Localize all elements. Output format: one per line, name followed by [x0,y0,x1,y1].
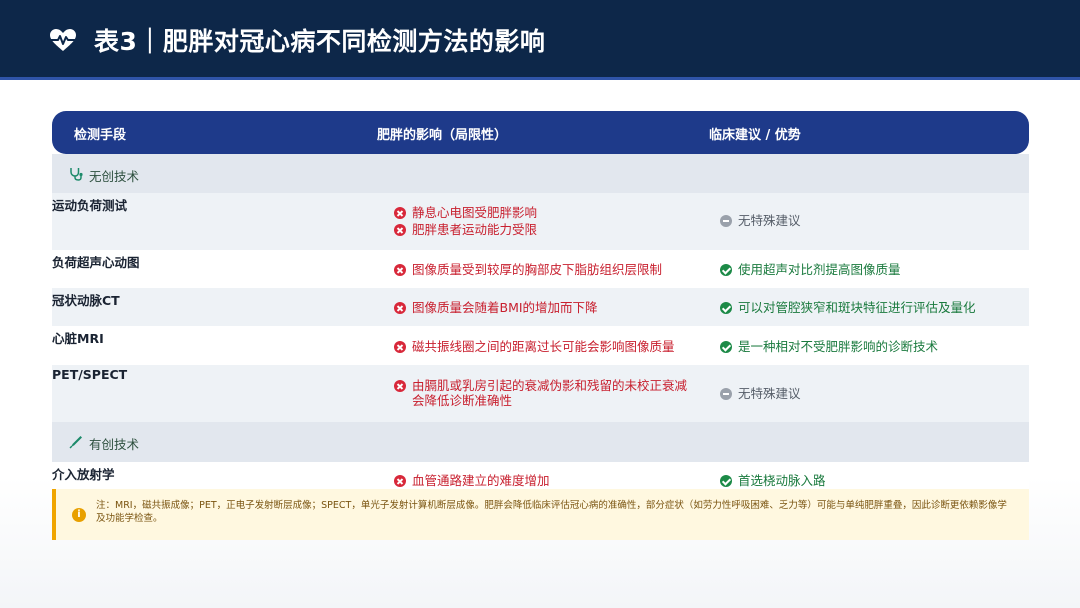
limitation-text: 血管通路建立的难度增加 [412,473,550,488]
section-label: 有创技术 [89,437,140,452]
limitation-item: 由膈肌或乳房引起的衰减伪影和残留的未校正衰减 [394,378,687,393]
advice-text: 使用超声对比剂提高图像质量 [738,262,901,277]
limitation-text: 由膈肌或乳房引起的衰减伪影和残留的未校正衰减 [412,378,688,393]
footnote-box: i 注：MRI，磁共振成像；PET，正电子发射断层成像；SPECT，单光子发射计… [52,489,1029,540]
x-circle-icon [394,207,406,219]
limitation-text: 会降低诊断准确性 [412,393,513,408]
limitation-text: 静息心电图受肥胖影响 [412,205,538,220]
method-name: 介入放射学 [52,467,115,482]
table-row: 运动负荷测试 静息心电图受肥胖影响 肥胖患者运动能力受限 无特殊建议 [52,193,1029,250]
advice-item: 首选桡动脉入路 [720,473,826,488]
check-circle-icon [720,475,732,487]
advice-text: 无特殊建议 [738,213,801,228]
check-circle-icon [720,264,732,276]
method-name: 心脏MRI [52,331,104,346]
table-header: 检测手段 肥胖的影响（局限性） 临床建议 / 优势 [52,111,1029,154]
x-circle-icon [394,302,406,314]
section-invasive: 有创技术 [52,422,1029,462]
heart-pulse-icon [50,29,76,51]
advice-text: 是一种相对不受肥胖影响的诊断技术 [738,339,939,354]
limitation-item: 血管通路建立的难度增加 [394,473,550,488]
limitation-continuation: 会降低诊断准确性 [394,393,512,408]
table-row: 介入放射学 血管通路建立的难度增加 首选桡动脉入路 [52,462,1029,490]
column-header-method: 检测手段 [74,128,127,143]
limitation-item: 图像质量受到较厚的胸部皮下脂肪组织层限制 [394,262,662,277]
limitation-text: 图像质量会随着BMI的增加而下降 [412,300,598,315]
page-title: 表3｜肥胖对冠心病不同检测方法的影响 [94,27,546,56]
advice-text: 可以对管腔狭窄和斑块特征进行评估及量化 [738,300,976,315]
advice-item: 无特殊建议 [720,386,801,401]
limitation-item: 静息心电图受肥胖影响 [394,205,537,220]
advice-item: 是一种相对不受肥胖影响的诊断技术 [720,339,938,354]
table-row: 负荷超声心动图 图像质量受到较厚的胸部皮下脂肪组织层限制 使用超声对比剂提高图像… [52,250,1029,288]
advice-text: 无特殊建议 [738,386,801,401]
method-name: 负荷超声心动图 [52,255,140,270]
method-name: 运动负荷测试 [52,198,128,213]
limitation-text: 肥胖患者运动能力受限 [412,222,538,237]
table-row: 心脏MRI 磁共振线圈之间的距离过长可能会影响图像质量 是一种相对不受肥胖影响的… [52,326,1029,365]
syringe-icon [69,436,82,449]
minus-circle-icon [720,388,732,400]
section-noninvasive: 无创技术 [52,154,1029,193]
method-name: PET/SPECT [52,367,128,382]
table-row: PET/SPECT 由膈肌或乳房引起的衰减伪影和残留的未校正衰减 会降低诊断准确… [52,365,1029,422]
page-header: 表3｜肥胖对冠心病不同检测方法的影响 [0,0,1080,80]
column-header-advice: 临床建议 / 优势 [709,128,801,143]
table-row: 冠状动脉CT 图像质量会随着BMI的增加而下降 可以对管腔狭窄和斑块特征进行评估… [52,288,1029,326]
column-header-limitation: 肥胖的影响（局限性） [377,128,508,143]
limitation-item: 肥胖患者运动能力受限 [394,222,537,237]
limitation-text: 磁共振线圈之间的距离过长可能会影响图像质量 [412,339,675,354]
limitation-item: 磁共振线圈之间的距离过长可能会影响图像质量 [394,339,675,354]
advice-item: 无特殊建议 [720,213,801,228]
minus-circle-icon [720,215,732,227]
x-circle-icon [394,264,406,276]
check-circle-icon [720,341,732,353]
method-name: 冠状动脉CT [52,293,120,308]
advice-item: 使用超声对比剂提高图像质量 [720,262,901,277]
stethoscope-icon [70,168,83,181]
limitation-item: 图像质量会随着BMI的增加而下降 [394,300,598,315]
advice-text: 首选桡动脉入路 [738,473,826,488]
check-circle-icon [720,302,732,314]
info-icon: i [72,508,86,522]
x-circle-icon [394,380,406,392]
x-circle-icon [394,341,406,353]
advice-item: 可以对管腔狭窄和斑块特征进行评估及量化 [720,300,976,315]
section-label: 无创技术 [89,169,140,184]
footnote-text: 注：MRI，磁共振成像；PET，正电子发射断层成像；SPECT，单光子发射计算机… [96,500,1007,524]
limitation-text: 图像质量受到较厚的胸部皮下脂肪组织层限制 [412,262,663,277]
x-circle-icon [394,224,406,236]
x-circle-icon [394,475,406,487]
